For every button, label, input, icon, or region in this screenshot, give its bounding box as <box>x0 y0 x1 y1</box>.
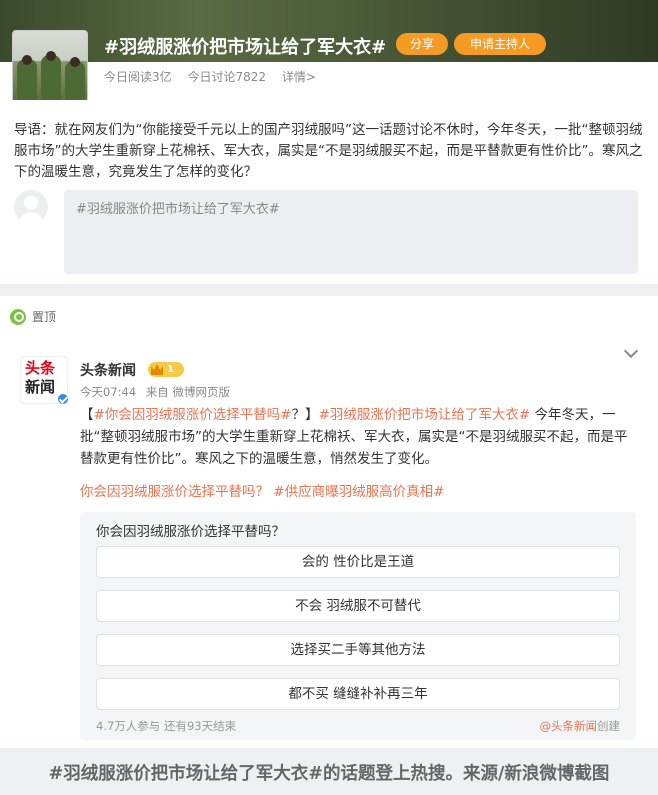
image-caption: #羽绒服涨价把市场让给了军大衣#的话题登上热搜。来源/新浪微博截图 <box>48 764 610 784</box>
post-source: 来自 微博网页版 <box>145 385 230 399</box>
creator-link[interactable]: @头条新闻 <box>540 719 598 733</box>
thumbnail-figure-head <box>46 51 56 61</box>
pin-icon <box>10 308 26 325</box>
avatar <box>14 190 48 224</box>
post-meta: 今天07:44 来自 微博网页版 <box>80 384 236 400</box>
topic-thumbnail <box>12 30 88 106</box>
poll-option[interactable]: 不会 羽绒服不可替代 <box>96 590 620 622</box>
thumbnail-figure <box>65 61 85 105</box>
poll-card: 你会因羽绒服涨价选择平替吗？ 会的 性价比是王道 不会 羽绒服不可替代 选择买二… <box>80 512 636 740</box>
apply-host-button[interactable]: 申请主持人 <box>454 33 546 55</box>
share-button[interactable]: 分享 <box>396 33 448 55</box>
vip-badge[interactable]: 1 <box>148 362 184 377</box>
topic-intro: 导语：就在网友们为“你能接受千元以上的国产羽绒服吗”这一话题讨论不休时，今年冬天… <box>0 100 658 284</box>
details-link[interactable]: 详情> <box>282 70 316 84</box>
logo-text-line2: 新闻 <box>25 378 56 396</box>
read-count: 今日阅读3亿 <box>104 70 172 84</box>
topic-stats: 今日阅读3亿 今日讨论7822 详情> <box>104 68 328 85</box>
poll-creator: @头条新闻创建 <box>540 718 621 734</box>
body-question-mark: ？ <box>291 407 306 423</box>
poll-question: 你会因羽绒服涨价选择平替吗？ <box>96 524 285 540</box>
topic-title: #羽绒服涨价把市场让给了军大衣# <box>104 37 387 58</box>
body-bracket-close: 】 <box>305 407 319 423</box>
pinned-label-row: 置顶 <box>10 308 56 325</box>
poll-stats: 4.7万人参与 还有93天结束 <box>96 719 237 733</box>
pinned-post: 置顶 头条 新闻 头条新闻 1 今天07:44 来自 微博网页版 【#你会因羽绒… <box>0 296 658 748</box>
avatar-body-icon <box>19 212 43 224</box>
compose-input[interactable]: #羽绒服涨价把市场让给了军大衣# <box>64 190 638 274</box>
creator-suffix: 创建 <box>597 719 620 733</box>
post-body: 【#你会因羽绒服涨价选择平替吗#？】#羽绒服涨价把市场让给了军大衣# 今年冬天，… <box>80 404 640 470</box>
author-name[interactable]: 头条新闻 <box>80 360 136 380</box>
thumbnail-figure-head <box>22 55 32 65</box>
thumbnail-figure <box>41 55 61 105</box>
verified-icon <box>56 392 70 406</box>
post-time[interactable]: 今天07:44 <box>80 385 136 399</box>
pinned-label: 置顶 <box>32 310 57 324</box>
crown-icon <box>151 364 163 375</box>
poll-option[interactable]: 选择买二手等其他方法 <box>96 634 620 666</box>
thumbnail-figure <box>17 59 37 105</box>
vip-level: 1 <box>167 364 174 375</box>
poll-option[interactable]: 都不买 缝缝补补再三年 <box>96 678 620 710</box>
topic-header: #羽绒服涨价把市场让给了军大衣# 分享 申请主持人 今日阅读3亿 今日讨论782… <box>0 0 658 106</box>
intro-text: 导语：就在网友们为“你能接受千元以上的国产羽绒服吗”这一话题讨论不休时，今年冬天… <box>14 122 643 180</box>
logo-text-line1: 头条 <box>25 359 56 377</box>
hashtag-link[interactable]: #羽绒服涨价把市场让给了军大衣# <box>319 407 531 423</box>
poll-option[interactable]: 会的 性价比是王道 <box>96 546 620 578</box>
discussion-count: 今日讨论7822 <box>187 70 267 84</box>
thumbnail-figure-head <box>70 57 80 67</box>
avatar-head-icon <box>24 196 38 210</box>
hashtag-link[interactable]: #你会因羽绒服涨价选择平替吗# <box>94 407 292 423</box>
related-tags[interactable]: 你会因羽绒服涨价选择平替吗？ #供应商曝羽绒服高价真相# <box>80 480 444 500</box>
chevron-down-icon[interactable] <box>623 343 639 359</box>
body-bracket-open: 【 <box>80 407 94 423</box>
